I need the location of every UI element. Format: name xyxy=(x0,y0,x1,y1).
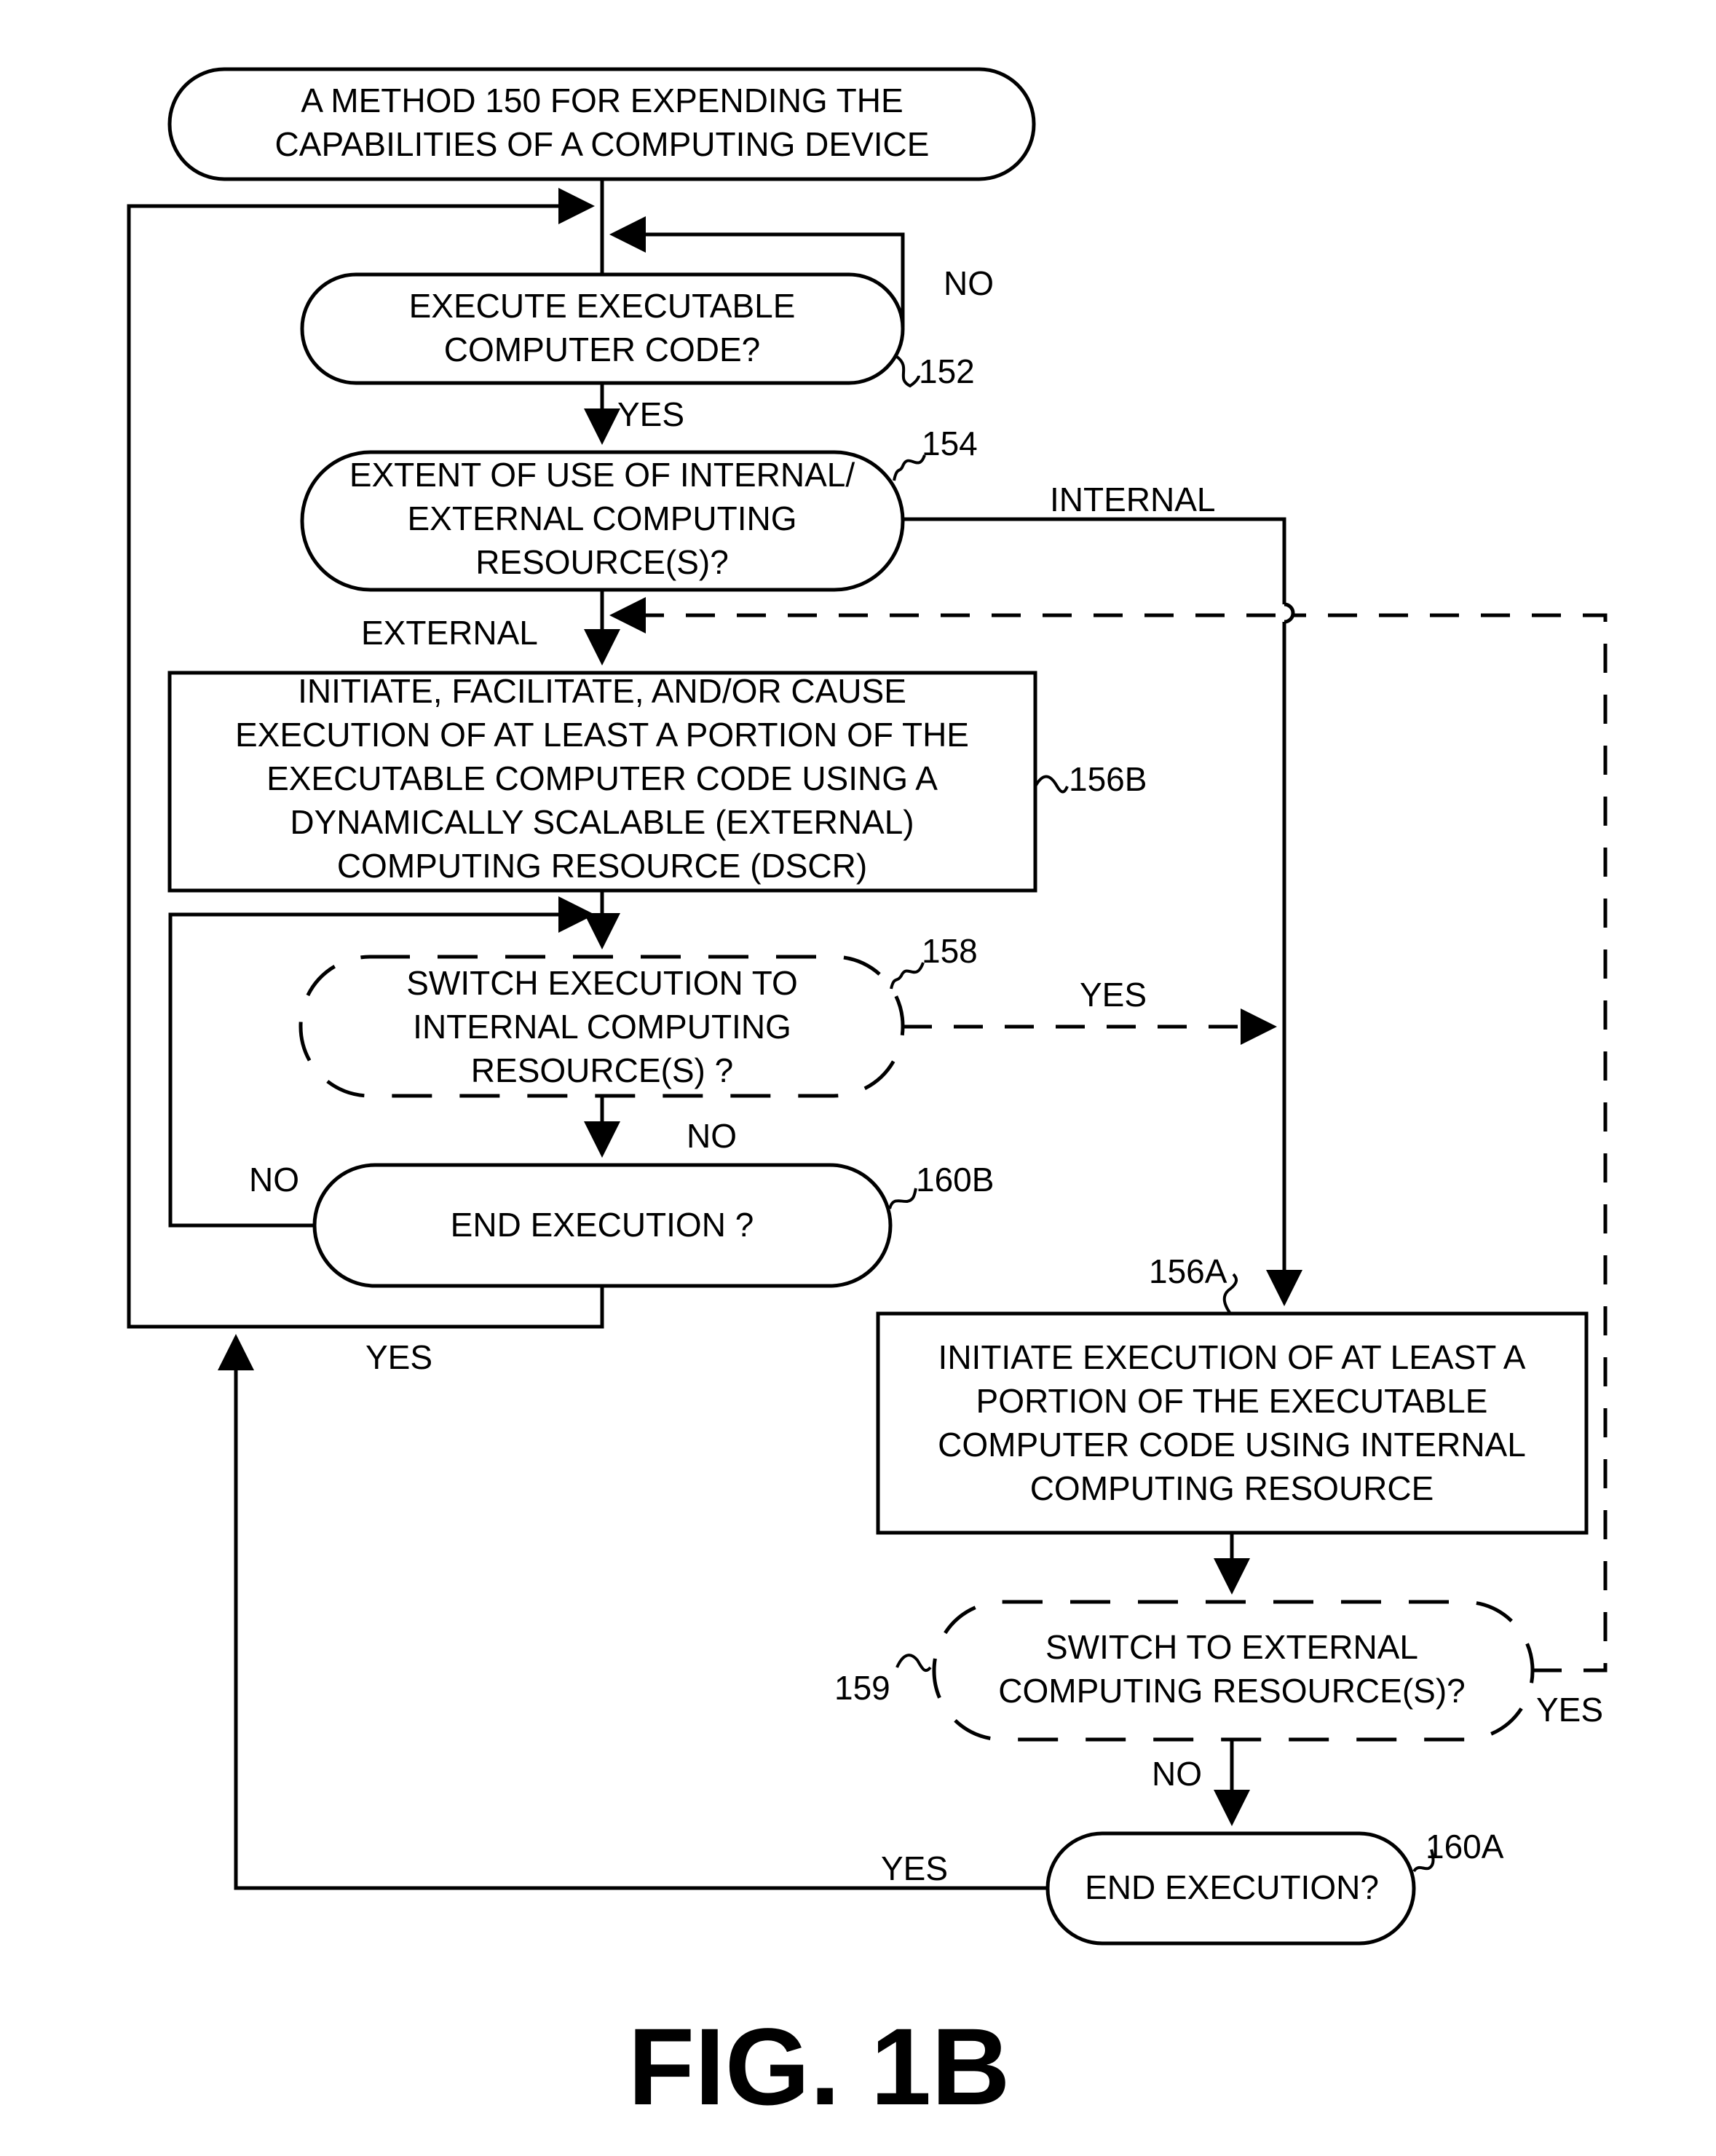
label-152-yes: YES xyxy=(617,395,684,433)
node-156A: INITIATE EXECUTION OF AT LEAST A PORTION… xyxy=(876,1311,1589,1535)
node-156B-line-1: INITIATE, FACILITATE, AND/OR CAUSE xyxy=(298,672,906,710)
edge-154-internal-hop xyxy=(1284,602,1295,624)
label-159-no: NO xyxy=(1152,1755,1202,1793)
ref-158: 158 xyxy=(922,932,978,970)
label-158-yes: YES xyxy=(1080,976,1147,1014)
ref-156A: 156A xyxy=(1149,1252,1227,1290)
node-159-line-2: COMPUTING RESOURCE(S)? xyxy=(998,1672,1465,1710)
node-152-line-2: COMPUTER CODE? xyxy=(444,331,760,368)
node-158-line-1: SWITCH EXECUTION TO xyxy=(406,964,798,1002)
label-160A-yes: YES xyxy=(881,1849,948,1887)
label-158-no: NO xyxy=(687,1117,737,1155)
node-160A-line-1: END EXECUTION? xyxy=(1085,1868,1379,1906)
node-160A: END EXECUTION? xyxy=(1045,1831,1416,1946)
ref-160B: 160B xyxy=(916,1161,994,1199)
node-156B-line-3: EXECUTABLE COMPUTER CODE USING A xyxy=(266,759,938,797)
node-156A-line-1: INITIATE EXECUTION OF AT LEAST A xyxy=(938,1338,1526,1376)
label-154-external: EXTERNAL xyxy=(361,614,538,652)
node-156A-line-4: COMPUTING RESOURCE xyxy=(1030,1469,1434,1507)
node-156B-line-2: EXECUTION OF AT LEAST A PORTION OF THE xyxy=(235,716,969,754)
node-158-line-3: RESOURCE(S) ? xyxy=(471,1051,733,1089)
label-159-yes: YES xyxy=(1536,1691,1603,1729)
ref-159: 159 xyxy=(834,1669,890,1707)
ref-leader-159 xyxy=(895,1654,932,1673)
ref-152: 152 xyxy=(919,352,975,390)
ref-leader-152 xyxy=(895,355,920,388)
node-159: SWITCH TO EXTERNAL COMPUTING RESOURCE(S)… xyxy=(932,1600,1535,1742)
node-154: EXTENT OF USE OF INTERNAL/ EXTERNAL COMP… xyxy=(300,450,905,592)
start-line-2: CAPABILITIES OF A COMPUTING DEVICE xyxy=(275,125,930,163)
node-156B-line-5: COMPUTING RESOURCE (DSCR) xyxy=(337,847,867,885)
node-158-line-2: INTERNAL COMPUTING xyxy=(413,1008,791,1046)
ref-156B: 156B xyxy=(1069,760,1147,798)
ref-leader-156B xyxy=(1034,775,1069,794)
label-154-internal: INTERNAL xyxy=(1050,481,1215,518)
node-152: EXECUTE EXECUTABLE COMPUTER CODE? xyxy=(300,272,905,385)
start-line-1: A METHOD 150 FOR EXPENDING THE xyxy=(301,82,903,119)
node-156A-line-3: COMPUTER CODE USING INTERNAL xyxy=(938,1426,1526,1464)
ref-leader-158 xyxy=(890,962,925,990)
node-159-line-1: SWITCH TO EXTERNAL xyxy=(1045,1628,1418,1666)
node-160B: END EXECUTION ? xyxy=(312,1163,893,1288)
node-156B: INITIATE, FACILITATE, AND/OR CAUSE EXECU… xyxy=(167,671,1037,893)
ref-160A: 160A xyxy=(1426,1828,1504,1865)
ref-154: 154 xyxy=(922,425,978,462)
node-156B-line-4: DYNAMICALLY SCALABLE (EXTERNAL) xyxy=(290,803,914,841)
ref-leader-154 xyxy=(893,454,926,481)
node-158: SWITCH EXECUTION TO INTERNAL COMPUTING R… xyxy=(298,955,905,1098)
node-154-line-2: EXTERNAL COMPUTING xyxy=(407,499,796,537)
node-154-line-3: RESOURCE(S)? xyxy=(475,543,729,581)
node-152-line-1: EXECUTE EXECUTABLE xyxy=(409,287,796,325)
node-start: A METHOD 150 FOR EXPENDING THE CAPABILIT… xyxy=(167,67,1036,181)
ref-leader-160B xyxy=(888,1188,917,1209)
label-160B-yes: YES xyxy=(365,1338,432,1376)
node-154-line-1: EXTENT OF USE OF INTERNAL/ xyxy=(349,456,855,494)
label-160B-no: NO xyxy=(249,1161,299,1199)
label-152-no: NO xyxy=(944,264,994,302)
edge-154-internal-a xyxy=(903,517,1286,604)
node-156A-line-2: PORTION OF THE EXECUTABLE xyxy=(976,1382,1488,1420)
flowchart: A METHOD 150 FOR EXPENDING THE CAPABILIT… xyxy=(127,67,1608,2128)
node-160B-line-1: END EXECUTION ? xyxy=(451,1206,754,1244)
figure-caption: FIG. 1B xyxy=(628,2005,1010,2128)
node-159-shape xyxy=(932,1600,1535,1742)
